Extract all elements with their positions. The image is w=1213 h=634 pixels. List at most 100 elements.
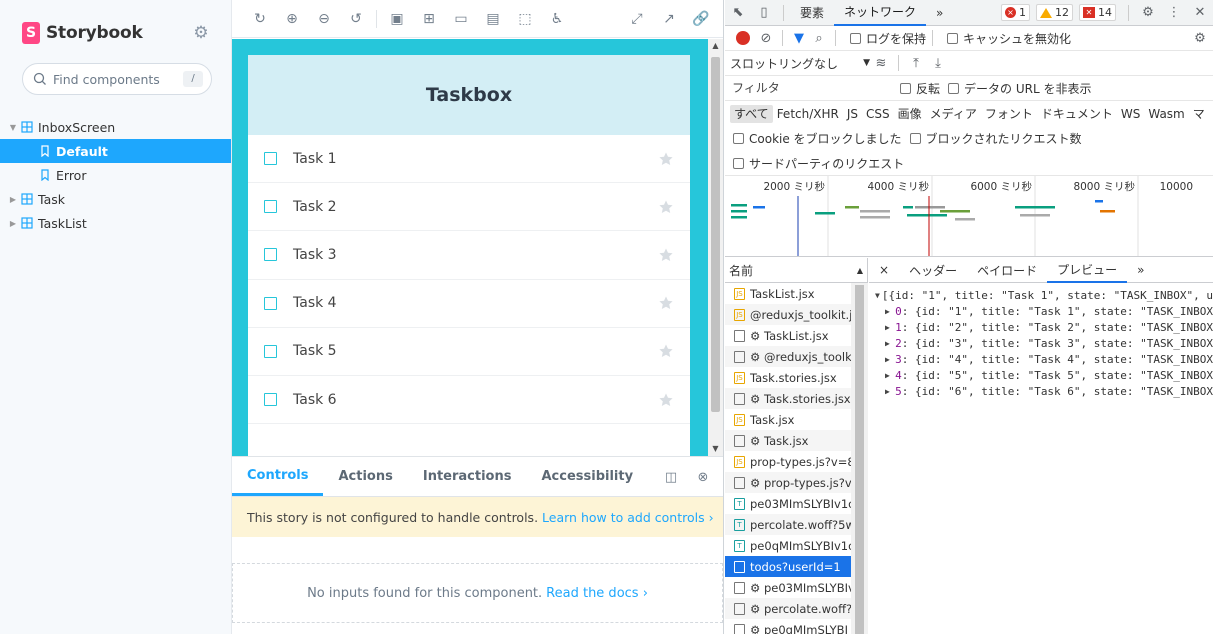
find-components-search[interactable]: / [22, 63, 212, 95]
copy-link-icon[interactable]: 🔗 [685, 5, 717, 33]
tree-item-tasklist[interactable]: ▶ TaskList [0, 211, 231, 235]
third-party-checkbox[interactable]: サードパーティのリクエスト [733, 155, 904, 172]
request-row[interactable]: ⚙ percolate.woff?5 [725, 598, 851, 619]
clear-icon[interactable]: ⊘ [756, 25, 776, 51]
tree-item-inboxscreen[interactable]: ▼ InboxScreen [0, 115, 231, 139]
json-array-item[interactable]: ▶ 2: {id: "3", title: "Task 3", state: "T… [875, 336, 1213, 352]
request-row[interactable]: ⚙ pe03MImSLYBIv. [725, 577, 851, 598]
throttling-select[interactable]: スロットリングなし ▼ [730, 55, 870, 72]
resource-type-filter[interactable]: フォント [981, 105, 1037, 123]
fullscreen-icon[interactable]: ⤢ [621, 5, 653, 33]
star-icon[interactable] [658, 295, 674, 311]
task-checkbox[interactable] [264, 248, 277, 262]
devtools-settings-gear-icon[interactable]: ⚙ [1135, 0, 1161, 26]
request-row[interactable]: JS TaskList.jsx [725, 283, 851, 304]
preview-scrollbar[interactable]: ▲ ▼ [708, 39, 723, 456]
preserve-log-checkbox[interactable]: ログを保持 [850, 30, 926, 47]
outline-icon[interactable]: ⬚ [509, 5, 541, 33]
resource-type-filter[interactable]: 画像 [894, 105, 926, 123]
network-overview-timeline[interactable]: 2000 ミリ秒 4000 ミリ秒 6000 ミリ秒 8000 ミリ秒 10000 [725, 176, 1213, 257]
kebab-menu-icon[interactable]: ⋮ [1161, 0, 1187, 26]
tab-elements[interactable]: 要素 [790, 0, 834, 26]
detail-tab[interactable]: ペイロード [967, 258, 1047, 283]
scroll-down-arrow[interactable]: ▼ [708, 442, 723, 456]
star-icon[interactable] [658, 199, 674, 215]
blocked-requests-checkbox[interactable]: ブロックされたリクエスト数 [909, 130, 1082, 147]
read-docs-link[interactable]: Read the docs › [546, 586, 648, 601]
storybook-logo-icon[interactable]: S [22, 22, 40, 44]
request-row[interactable]: ⚙ Task.jsx [725, 430, 851, 451]
blocked-cookies-checkbox[interactable]: Cookie をブロックしました [733, 130, 902, 147]
filter-funnel-icon[interactable]: ▼ [789, 25, 809, 51]
reload-icon[interactable]: ↻ [244, 5, 276, 33]
star-icon[interactable] [658, 247, 674, 263]
json-root-row[interactable]: ▼ [{id: "1", title: "Task 1", state: "TAS… [875, 288, 1213, 304]
accessibility-icon[interactable]: ♿ [541, 5, 573, 33]
disable-cache-checkbox[interactable]: キャッシュを無効化 [947, 30, 1071, 47]
viewport-icon[interactable]: ▭ [445, 5, 477, 33]
zoom-out-icon[interactable]: ⊖ [308, 5, 340, 33]
resource-type-filter[interactable]: マ [1189, 105, 1209, 123]
record-icon[interactable] [736, 31, 750, 45]
json-array-item[interactable]: ▶ 5: {id: "6", title: "Task 6", state: "T… [875, 384, 1213, 400]
request-row[interactable]: JS @reduxjs_toolkit.js [725, 304, 851, 325]
request-row[interactable]: JS Task.jsx [725, 409, 851, 430]
open-new-tab-icon[interactable]: ↗ [653, 5, 685, 33]
network-settings-gear-icon[interactable]: ⚙ [1187, 25, 1213, 51]
reset-zoom-icon[interactable]: ↺ [340, 5, 372, 33]
tree-item-task[interactable]: ▶ Task [0, 187, 231, 211]
scroll-up-arrow[interactable]: ▲ [708, 39, 723, 53]
network-conditions-wifi-icon[interactable]: ≋ [870, 50, 892, 76]
more-detail-tabs-chevron[interactable]: » [1127, 258, 1154, 283]
resource-type-filter[interactable]: Wasm [1144, 105, 1188, 123]
task-checkbox[interactable] [264, 393, 277, 407]
request-row[interactable]: JS Task.stories.jsx [725, 367, 851, 388]
request-row[interactable]: Tpercolate.woff?5w3 [725, 514, 851, 535]
resource-type-filter[interactable]: メディア [926, 105, 981, 123]
request-row[interactable]: Tpe0qMImSLYBIv1o. [725, 535, 851, 556]
search-input[interactable] [53, 71, 173, 87]
request-list-scrollbar[interactable] [851, 283, 868, 634]
import-har-icon[interactable]: ⤒ [905, 50, 927, 76]
star-icon[interactable] [658, 343, 674, 359]
export-har-icon[interactable]: ⤓ [927, 50, 949, 76]
detail-tab[interactable]: ヘッダー [899, 258, 967, 283]
tree-item-default[interactable]: Default [0, 139, 231, 163]
invert-checkbox[interactable]: 反転 [900, 80, 940, 97]
request-row[interactable]: ⚙ TaskList.jsx [725, 325, 851, 346]
settings-gear-icon[interactable]: ⚙ [192, 24, 210, 42]
tab-controls[interactable]: Controls [232, 457, 324, 496]
json-array-item[interactable]: ▶ 3: {id: "4", title: "Task 4", state: "T… [875, 352, 1213, 368]
request-row[interactable]: Tpe03MImSLYBIv1o. [725, 493, 851, 514]
json-array-item[interactable]: ▶ 1: {id: "2", title: "Task 2", state: "T… [875, 320, 1213, 336]
json-array-item[interactable]: ▶ 0: {id: "1", title: "Task 1", state: "T… [875, 304, 1213, 320]
zoom-in-icon[interactable]: ⊕ [276, 5, 308, 33]
grid-icon[interactable]: ⊞ [413, 5, 445, 33]
star-icon[interactable] [658, 151, 674, 167]
more-tabs-chevron[interactable]: » [926, 0, 953, 26]
close-detail-icon[interactable]: × [869, 258, 899, 283]
request-row[interactable]: ⚙ pe0qMImSLYBI [725, 619, 851, 634]
hide-data-urls-checkbox[interactable]: データの URL を非表示 [948, 80, 1091, 97]
resource-type-filter[interactable]: WS [1117, 105, 1144, 123]
ruler-icon[interactable]: ▤ [477, 5, 509, 33]
task-checkbox[interactable] [264, 152, 277, 166]
resource-type-filter[interactable]: JS [843, 105, 862, 123]
request-row[interactable]: ⚙ Task.stories.jsx [725, 388, 851, 409]
tab-network[interactable]: ネットワーク [834, 0, 927, 26]
device-toolbar-icon[interactable]: ▯ [751, 0, 777, 26]
error-count-badge[interactable]: × 1 [1001, 4, 1030, 21]
warning-count-badge[interactable]: 12 [1036, 4, 1073, 21]
tab-interactions[interactable]: Interactions [408, 457, 527, 496]
resource-type-filter[interactable]: Fetch/XHR [773, 105, 843, 123]
tree-item-error[interactable]: Error [0, 163, 231, 187]
resource-type-filter[interactable]: ドキュメント [1037, 105, 1117, 123]
json-array-item[interactable]: ▶ 4: {id: "5", title: "Task 5", state: "T… [875, 368, 1213, 384]
task-checkbox[interactable] [264, 296, 277, 310]
name-column-header[interactable]: 名前 ▲ [725, 258, 867, 283]
preview-scroll-thumb[interactable] [711, 57, 720, 412]
filter-input[interactable] [732, 79, 892, 97]
request-row[interactable]: ⚙ prop-types.js?v= [725, 472, 851, 493]
resource-type-filter[interactable]: すべて [730, 104, 773, 123]
task-checkbox[interactable] [264, 344, 277, 358]
